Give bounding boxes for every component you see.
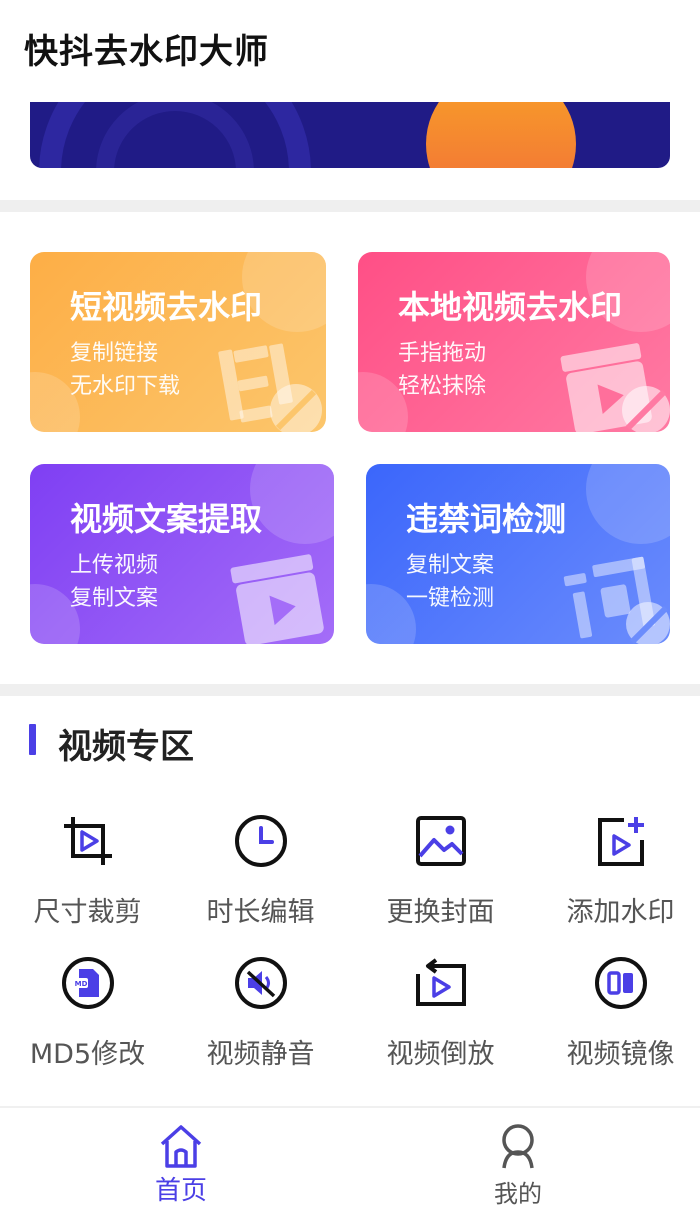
section-divider: [0, 200, 700, 212]
card-title: 违禁词检测: [406, 500, 567, 538]
watermark-stamp-icon: [218, 343, 322, 432]
crop-icon: [64, 817, 112, 865]
feature-card-short-video-watermark[interactable]: 短视频去水印 复制链接 无水印下载: [30, 252, 326, 432]
clapperboard-play-icon: [230, 554, 324, 644]
tab-profile[interactable]: 我的: [418, 1108, 618, 1214]
tool-md5-modify[interactable]: MD MD5修改: [0, 956, 175, 1096]
tab-label: 首页: [154, 1176, 207, 1206]
tool-label: MD5修改: [29, 1039, 146, 1070]
tool-video-mute[interactable]: 视频静音: [173, 956, 348, 1096]
card-subtitle: 复制链接: [70, 341, 159, 366]
home-icon: [160, 1125, 202, 1168]
md5-file-icon: MD: [62, 957, 114, 1009]
feature-card-local-video-watermark[interactable]: 本地视频去水印 手指拖动 轻松抹除: [358, 252, 670, 432]
card-subtitle: 手指拖动: [398, 341, 487, 366]
card-subtitle: 复制文案: [70, 586, 159, 611]
tool-video-reverse[interactable]: 视频倒放: [353, 956, 528, 1096]
tool-label: 视频倒放: [386, 1039, 495, 1070]
app-header: 快抖去水印大师: [0, 0, 700, 96]
card-subtitle: 上传视频: [70, 553, 159, 578]
tool-add-watermark[interactable]: 添加水印: [533, 814, 700, 954]
card-blob: [250, 464, 334, 544]
app-title: 快抖去水印大师: [24, 32, 269, 72]
svg-text:MD: MD: [75, 980, 88, 988]
tab-label: 我的: [494, 1180, 542, 1208]
promo-banner[interactable]: [30, 102, 670, 168]
card-title: 本地视频去水印: [398, 288, 623, 326]
tool-label: 视频静音: [206, 1039, 315, 1070]
tool-label: 添加水印: [566, 897, 675, 928]
card-title: 短视频去水印: [70, 288, 263, 326]
bottom-tab-bar: 首页 我的: [0, 1106, 700, 1214]
reverse-play-icon: [416, 958, 466, 1006]
tool-label: 视频镜像: [566, 1039, 675, 1070]
tool-label: 尺寸裁剪: [33, 897, 142, 928]
card-subtitle: 轻松抹除: [398, 374, 487, 399]
clock-icon: [235, 815, 287, 867]
tab-home[interactable]: 首页: [81, 1108, 281, 1214]
add-watermark-icon: [598, 817, 644, 866]
section-divider: [0, 684, 700, 696]
card-subtitle: 无水印下载: [70, 374, 181, 399]
card-title: 视频文案提取: [70, 500, 263, 538]
app-screen: 快抖去水印大师 短视频去水印 复制链接 无水印下载 本地视频去水印 手指拖动 轻…: [0, 0, 700, 1214]
tool-label: 时长编辑: [206, 897, 315, 928]
mirror-icon: [595, 957, 647, 1009]
feature-card-banned-words-check[interactable]: 违禁词检测 复制文案 一键检测: [366, 464, 670, 644]
section-title: 视频专区: [58, 727, 194, 767]
word-check-icon: [563, 556, 670, 644]
card-blob: [586, 464, 670, 544]
card-subtitle: 复制文案: [406, 553, 495, 578]
feature-card-video-text-extract[interactable]: 视频文案提取 上传视频 复制文案: [30, 464, 334, 644]
tool-video-mirror[interactable]: 视频镜像: [533, 956, 700, 1096]
card-subtitle: 一键检测: [406, 586, 495, 611]
tool-crop[interactable]: 尺寸裁剪: [0, 814, 175, 954]
profile-icon: [502, 1124, 534, 1169]
banner-decoration: [39, 102, 576, 168]
tool-label: 更换封面: [386, 897, 495, 928]
tool-duration-edit[interactable]: 时长编辑: [173, 814, 348, 954]
tool-change-cover[interactable]: 更换封面: [353, 814, 528, 954]
image-icon: [416, 816, 466, 866]
clapperboard-erase-icon: [560, 343, 670, 432]
mute-icon: [235, 957, 287, 1009]
section-title-bar: [29, 724, 36, 755]
